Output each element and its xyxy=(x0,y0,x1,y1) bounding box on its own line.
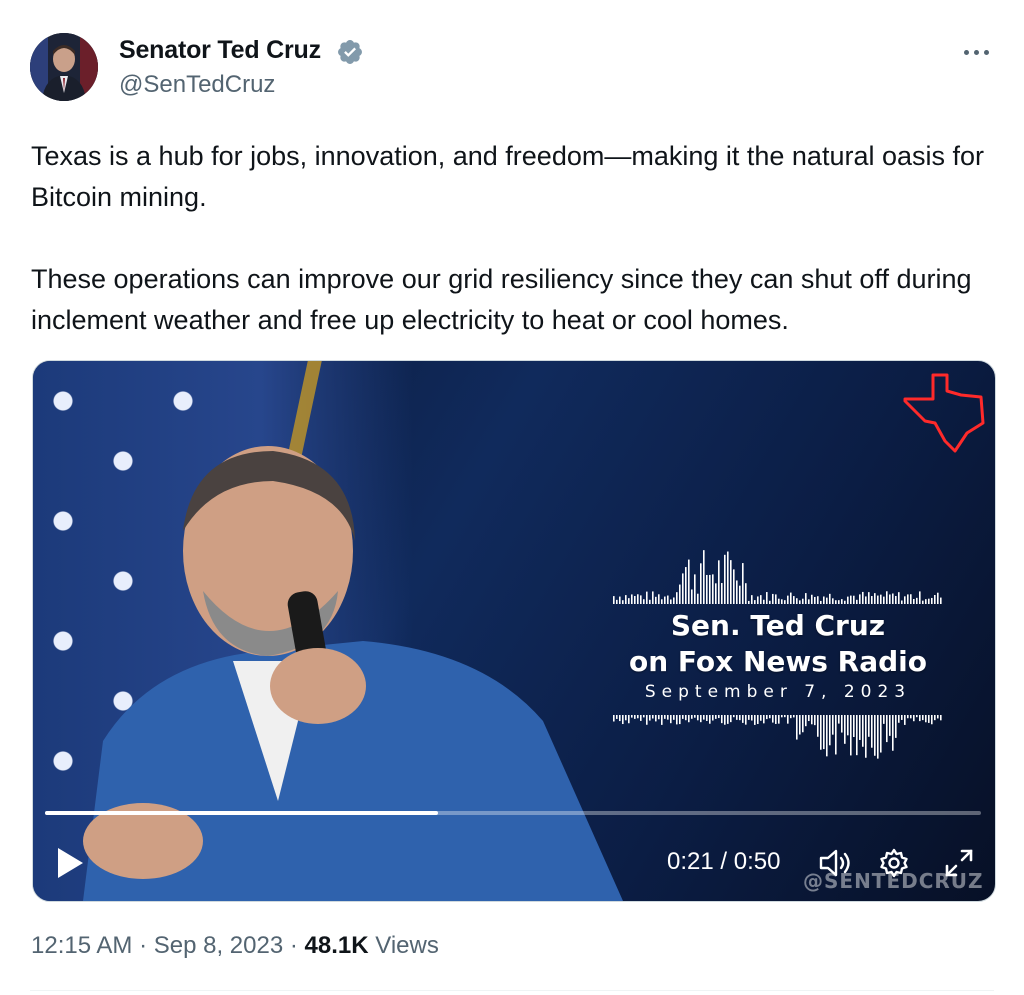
play-icon[interactable] xyxy=(55,846,85,880)
speaker-image xyxy=(83,446,623,901)
separator: · xyxy=(139,932,148,959)
more-icon[interactable] xyxy=(960,42,992,62)
views-label: Views xyxy=(375,932,439,959)
tweet-paragraph: These operations can improve our grid re… xyxy=(31,264,972,335)
texas-outline-icon xyxy=(903,373,985,453)
video-date: September 7, 2023 xyxy=(644,682,912,702)
audio-waveform xyxy=(613,715,942,759)
avatar[interactable] xyxy=(30,33,98,101)
video-title-line2: on Fox News Radio xyxy=(629,645,927,678)
video-title-line1: Sen. Ted Cruz xyxy=(670,609,886,642)
views-count: 48.1K xyxy=(304,932,369,959)
tweet-meta: 12:15 AM · Sep 8, 2023 · 48.1K Views xyxy=(31,932,439,960)
video-player[interactable]: Sen. Ted Cruz on Fox News Radio Septembe… xyxy=(32,360,996,902)
tweet-time[interactable]: 12:15 AM xyxy=(31,932,132,959)
video-title: Sen. Ted Cruz on Fox News Radio xyxy=(603,608,953,680)
time-display: 0:21 / 0:50 xyxy=(667,848,781,875)
tweet-paragraph: Texas is a hub for jobs, innovation, and… xyxy=(31,141,985,212)
verified-badge-icon xyxy=(338,40,362,64)
tweet-text: Texas is a hub for jobs, innovation, and… xyxy=(31,136,996,341)
tweet-date[interactable]: Sep 8, 2023 xyxy=(154,932,283,959)
handle[interactable]: @SenTedCruz xyxy=(119,71,275,99)
divider xyxy=(30,990,994,991)
display-name[interactable]: Senator Ted Cruz xyxy=(119,36,321,65)
separator: · xyxy=(289,932,298,959)
video-watermark: @SENTEDCRUZ xyxy=(803,869,984,893)
audio-waveform xyxy=(613,550,942,604)
progress-fill xyxy=(45,811,439,815)
progress-bar[interactable] xyxy=(45,811,981,815)
